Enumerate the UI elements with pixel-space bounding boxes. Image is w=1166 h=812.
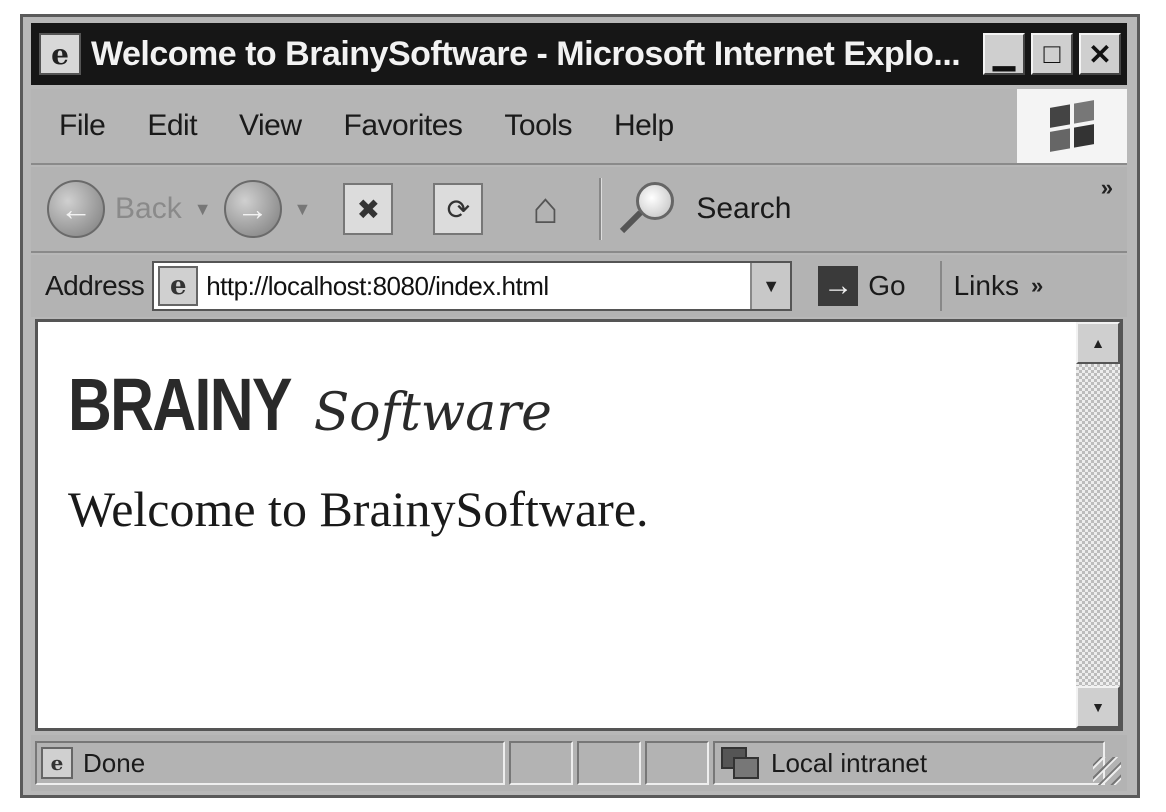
vertical-scrollbar[interactable]: ▲ ▼ (1076, 322, 1120, 728)
links-chevron-icon[interactable]: » (1031, 273, 1043, 299)
links-separator (939, 261, 942, 311)
menu-help[interactable]: Help (614, 109, 674, 143)
address-dropdown-icon[interactable]: ▼ (750, 263, 791, 309)
address-url[interactable]: http://localhost:8080/index.html (206, 271, 549, 302)
refresh-icon[interactable]: ⟳ (433, 183, 484, 235)
status-pane-empty (509, 741, 573, 785)
go-label: Go (868, 270, 906, 301)
status-text: Done (83, 747, 146, 778)
search-icon[interactable] (618, 180, 676, 238)
status-zone-pane: Local intranet (713, 741, 1105, 785)
back-button-label[interactable]: Back (115, 192, 182, 226)
go-arrow-icon: → (818, 266, 859, 306)
close-button[interactable]: ✕ (1079, 33, 1121, 75)
menu-tools[interactable]: Tools (504, 109, 572, 143)
scroll-down-icon[interactable]: ▼ (1076, 686, 1120, 728)
page-icon: e (158, 266, 199, 306)
ie-page-icon: e (39, 33, 81, 75)
address-bar: Address e http://localhost:8080/index.ht… (31, 255, 1127, 317)
windows-logo-icon (1017, 89, 1127, 163)
window-controls: ▁ □ ✕ (983, 33, 1121, 75)
scroll-up-icon[interactable]: ▲ (1076, 322, 1120, 364)
menu-bar: File Edit View Favorites Tools Help (31, 89, 1127, 165)
menu-view[interactable]: View (239, 109, 302, 143)
forward-arrow-icon[interactable]: → (223, 180, 282, 238)
forward-dropdown-icon[interactable]: ▼ (294, 199, 312, 220)
toolbar-separator (599, 178, 603, 240)
menu-favorites[interactable]: Favorites (344, 109, 463, 143)
standard-toolbar: ← Back ▼ → ▼ ✖ ⟳ ⌂ Search » (31, 167, 1127, 253)
stop-icon[interactable]: ✖ (343, 183, 394, 235)
window-title: Welcome to BrainySoftware - Microsoft In… (91, 34, 961, 73)
toolbar-overflow-chevron-icon[interactable]: » (1101, 175, 1113, 201)
home-icon[interactable]: ⌂ (517, 181, 573, 237)
search-button-label[interactable]: Search (696, 192, 791, 226)
status-bar: e Done Local intranet (31, 735, 1127, 791)
status-pane-empty (645, 741, 709, 785)
minimize-button[interactable]: ▁ (983, 33, 1025, 75)
welcome-message: Welcome to BrainySoftware. (68, 481, 649, 537)
address-input[interactable]: e http://localhost:8080/index.html ▼ (152, 261, 793, 311)
title-bar[interactable]: e Welcome to BrainySoftware - Microsoft … (31, 23, 1127, 85)
brainysoftware-logo: BRAINY Software (68, 362, 552, 447)
browser-window: e Welcome to BrainySoftware - Microsoft … (20, 14, 1140, 798)
back-dropdown-icon[interactable]: ▼ (194, 199, 212, 220)
local-intranet-icon (721, 747, 759, 779)
logo-brainy-text: BRAINY (68, 363, 292, 446)
resize-grip-icon[interactable] (1093, 757, 1121, 785)
menu-edit[interactable]: Edit (147, 109, 197, 143)
maximize-button[interactable]: □ (1031, 33, 1073, 75)
zone-text: Local intranet (771, 747, 928, 778)
menu-file[interactable]: File (59, 109, 106, 143)
go-button[interactable]: → Go (818, 266, 906, 306)
links-button[interactable]: Links (954, 270, 1019, 302)
page-content: BRAINY Software Welcome to BrainySoftwar… (35, 319, 1123, 731)
logo-software-text: Software (313, 383, 552, 443)
back-arrow-icon[interactable]: ← (47, 180, 105, 238)
status-pane-empty (577, 741, 641, 785)
status-page-icon: e (41, 747, 73, 779)
address-label: Address (45, 270, 145, 301)
status-main-pane: e Done (35, 741, 505, 785)
